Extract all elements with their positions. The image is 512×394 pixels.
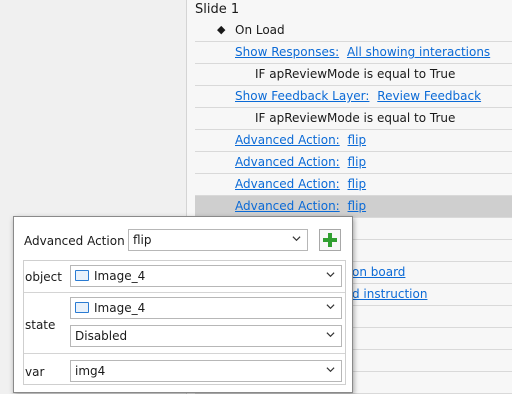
image-icon [75, 270, 89, 281]
advanced-action-popup: Advanced Action flip object Image_4 stat… [13, 216, 353, 393]
condition-row[interactable]: IF apReviewMode is equal to True [195, 108, 512, 130]
condition-text: IF apReviewMode is equal to True [255, 111, 456, 125]
action-row[interactable]: Advanced Action: flip [195, 152, 512, 174]
chevron-down-icon [326, 332, 335, 338]
action-link[interactable]: Advanced Action: [235, 155, 340, 169]
condition-text: IF apReviewMode is equal to True [255, 67, 456, 81]
plus-icon [323, 233, 337, 247]
divider [24, 292, 345, 293]
selected-value: Image_4 [94, 269, 146, 283]
action-target-link[interactable]: All showing interactions [347, 45, 490, 59]
selected-value: Image_4 [94, 301, 146, 315]
action-row[interactable]: Show Feedback Layer: Review Feedback [195, 86, 512, 108]
selected-value: Disabled [75, 329, 128, 343]
action-target-link[interactable]: on board [352, 265, 405, 279]
action-target-link[interactable]: flip [348, 177, 367, 191]
action-row-selected[interactable]: Advanced Action: flip [195, 196, 512, 218]
chevron-down-icon [326, 367, 335, 373]
state-label: state [25, 318, 56, 332]
var-label: var [25, 365, 45, 379]
action-link[interactable]: Advanced Action: [235, 133, 340, 147]
chevron-down-icon [326, 304, 335, 310]
action-target-link[interactable]: Review Feedback [377, 89, 481, 103]
selected-value: img4 [75, 364, 106, 378]
state-select[interactable]: Disabled [70, 325, 342, 347]
divider [24, 353, 345, 354]
action-row[interactable]: Show Responses: All showing interactions [195, 42, 512, 64]
object-label: object [25, 270, 62, 284]
diamond-icon: ◆ [217, 23, 226, 36]
action-target-link[interactable]: flip [348, 133, 367, 147]
advanced-action-label: Advanced Action [24, 234, 125, 248]
action-row[interactable]: Advanced Action: flip [195, 130, 512, 152]
action-link[interactable]: Advanced Action: [235, 177, 340, 191]
image-icon [75, 302, 89, 313]
action-target-link[interactable]: flip [348, 199, 367, 213]
trigger-on-load[interactable]: ◆ On Load [195, 20, 512, 42]
selected-value: flip [133, 233, 152, 247]
chevron-down-icon [292, 236, 301, 242]
action-parameters: object Image_4 state Image_4 Disabled va… [23, 260, 346, 385]
add-action-button[interactable] [319, 229, 341, 251]
slide-title: Slide 1 [195, 2, 240, 17]
condition-row[interactable]: IF apReviewMode is equal to True [195, 64, 512, 86]
chevron-down-icon [326, 272, 335, 278]
object-select[interactable]: Image_4 [70, 265, 342, 287]
action-link[interactable]: Show Responses: [235, 45, 339, 59]
trigger-label: On Load [235, 23, 285, 37]
var-select[interactable]: img4 [70, 360, 342, 382]
action-link[interactable]: Advanced Action: [235, 199, 340, 213]
advanced-action-select[interactable]: flip [128, 229, 308, 251]
action-row[interactable]: Advanced Action: flip [195, 174, 512, 196]
action-link[interactable]: Show Feedback Layer: [235, 89, 369, 103]
action-target-link[interactable]: flip [348, 155, 367, 169]
state-object-select[interactable]: Image_4 [70, 297, 342, 319]
action-target-link[interactable]: d instruction [352, 287, 427, 301]
